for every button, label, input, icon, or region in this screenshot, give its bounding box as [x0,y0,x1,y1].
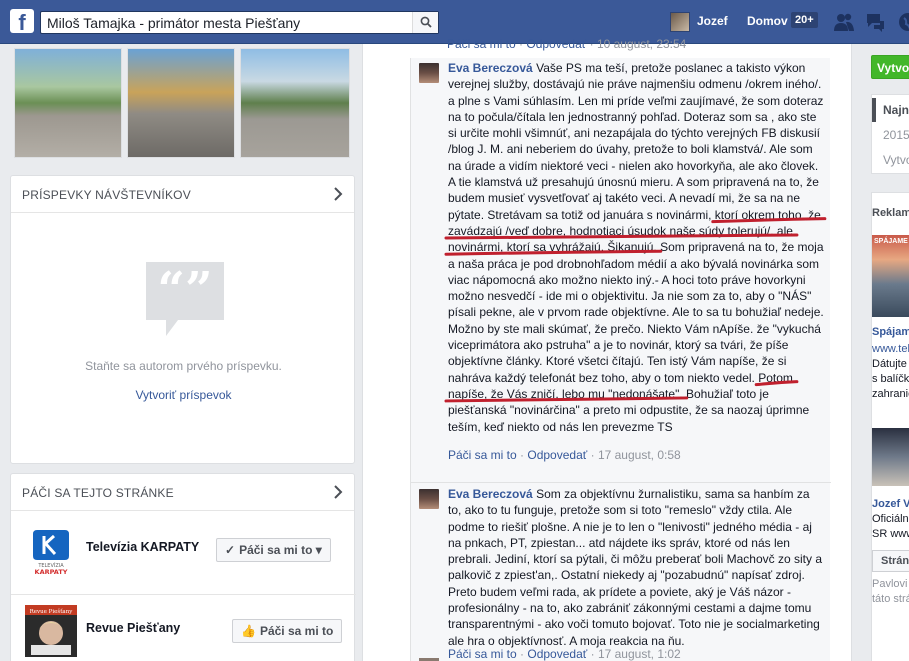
comment: Eva Bereczová Som za objektívnu žurnalis… [411,482,831,661]
liked-page-name[interactable]: Televízia KARPATY [86,540,199,554]
like-page-button[interactable]: 👍 Páči sa mi to [232,619,343,643]
photo-thumbnail[interactable] [240,48,350,158]
reply-link[interactable]: Odpovedať [526,37,586,51]
chevron-right-icon[interactable] [333,484,343,500]
create-post-link[interactable]: Vytvoriť príspevok [11,388,356,402]
thumbs-up-icon: 👍 [241,624,256,638]
user-name-link[interactable]: Jozef [697,14,728,28]
ads-title: Reklam [872,207,909,219]
comment-text: Som pripravená na to, že moja a naša prá… [448,240,824,385]
comments-column: Páči sa mi to · Odpovedať · 10 august, 2… [362,37,852,661]
visitor-posts-header[interactable]: PRÍSPEVKY NÁVŠTEVNÍKOV [11,176,354,213]
chevron-right-icon[interactable] [333,186,343,202]
right-nav-item[interactable]: Vytvo [883,153,909,167]
comment-meta: Páči sa mi to · Odpovedať · 17 august, 1… [448,647,681,661]
search-box[interactable] [40,11,439,34]
messages-icon[interactable] [865,12,887,32]
ad-like-button[interactable]: Strán [872,550,909,572]
photo-thumbnail[interactable] [127,48,235,158]
ad-text: zahranič [872,388,909,400]
search-input[interactable] [47,15,407,31]
comment-timestamp[interactable]: 17 august, 1:02 [598,647,681,661]
commenter-avatar[interactable] [419,489,439,509]
comment-body: Eva Bereczová Vaše PS ma teší, pretože p… [448,60,826,435]
photo-thumbnail[interactable] [14,48,122,158]
karpaty-logo-line-2: KARPATY [35,568,68,576]
ad-image[interactable] [872,428,909,486]
comment-timestamp[interactable]: 17 august, 0:58 [598,448,681,462]
ad-image[interactable]: SPÁJAME [872,235,909,317]
home-notification-badge: 20+ [791,12,818,28]
ad-text: Oficiálna [872,513,909,525]
liked-page-name[interactable]: Revue Piešťany [86,621,180,635]
ad-title[interactable]: Jozef V [872,498,909,510]
liked-page-item: TELEVÍZIA KARPATY Televízia KARPATY ✓ Páč… [11,514,356,586]
empty-posts-text: Staňte sa autorom prvého príspevku. [85,359,282,373]
like-link[interactable]: Páči sa mi to [448,647,517,661]
globe-icon[interactable] [898,12,909,32]
comment-replies-panel: Eva Bereczová Vaše PS ma teší, pretože p… [410,58,831,661]
comment-text: Vaše PS ma teší, pretože poslanec a taki… [448,61,824,222]
ad-text: Dátujte j [872,358,909,370]
page-likes-title: PÁČI SA TEJTO STRÁNKE [22,486,174,500]
revue-logo-text: Revue Piešťany [30,608,74,615]
ad-text: SR www [872,528,909,540]
ad-text: s balíčk [872,373,909,385]
like-page-button[interactable]: ✓ Páči sa mi to ▾ [216,538,331,562]
checkmark-icon: ✓ [225,543,236,557]
right-nav-box: Najno 2015 Vytvo [871,94,909,174]
user-avatar[interactable] [670,12,690,32]
comment-timestamp[interactable]: 10 august, 23:54 [597,37,686,51]
like-link[interactable]: Páči sa mi to [447,37,516,51]
comment-author[interactable]: Eva Bereczová [448,61,533,75]
photo-strip [0,44,362,170]
comment: Eva Bereczová Vaše PS ma teší, pretože p… [411,60,831,480]
previous-comment-meta: Páči sa mi to · Odpovedať · 10 august, 2… [447,37,687,51]
svg-text:“”: “” [157,262,212,318]
liked-page-item: Revue Piešťany Revue Piešťany 👍 Páči sa m… [11,594,356,661]
facebook-logo[interactable]: f [10,9,34,33]
commenter-avatar[interactable] [419,63,439,83]
visitor-posts-title: PRÍSPEVKY NÁVŠTEVNÍKOV [22,188,191,202]
ad-title[interactable]: Spájam [872,326,909,338]
page-likes-header[interactable]: PÁČI SA TEJTO STRÁNKE [11,474,354,511]
search-icon [420,16,432,28]
comment-text: Som za objektívnu žurnalistiku, sama sa … [448,487,822,648]
home-link[interactable]: Domov [747,14,788,28]
selected-indicator [872,98,876,122]
like-button-label: Páči sa mi to [239,543,313,557]
revue-piestany-logo[interactable]: Revue Piešťany [25,605,77,657]
ads-box: Reklam SPÁJAME Spájam www.tele Dátujte j… [871,192,909,661]
comment-body: Eva Bereczová Som za objektívnu žurnalis… [448,486,826,649]
reply-link[interactable]: Odpovedať [527,647,587,661]
right-sidebar: Vytvo Najno 2015 Vytvo Reklam SPÁJAME Sp… [861,44,909,661]
comment-meta: Páči sa mi to · Odpovedať · 17 august, 0… [448,448,681,462]
friends-icon[interactable] [833,12,855,32]
comment-author[interactable]: Eva Bereczová [448,487,533,501]
chevron-down-icon: ▾ [315,543,322,557]
search-button[interactable] [412,12,438,33]
right-nav-item[interactable]: Najno [883,103,909,117]
ad-social-text: Pavlovi [872,578,908,590]
right-nav-item[interactable]: 2015 [883,128,909,142]
page-likes-card: PÁČI SA TEJTO STRÁNKE TELEVÍZIA KARPATY … [10,473,356,661]
reply-link[interactable]: Odpovedať [527,448,587,462]
ad-image-label: SPÁJAME [874,238,908,245]
create-button[interactable]: Vytvo [871,55,909,79]
ad-social-text: táto strá [872,593,909,605]
like-link[interactable]: Páči sa mi to [448,448,517,462]
televizia-karpaty-logo[interactable]: TELEVÍZIA KARPATY [25,524,77,576]
quote-bubble-icon: “” [146,262,224,336]
ad-url[interactable]: www.tele [872,343,909,355]
like-button-label: Páči sa mi to [259,624,334,638]
visitor-posts-card: PRÍSPEVKY NÁVŠTEVNÍKOV “” Staňte sa auto… [10,175,355,464]
